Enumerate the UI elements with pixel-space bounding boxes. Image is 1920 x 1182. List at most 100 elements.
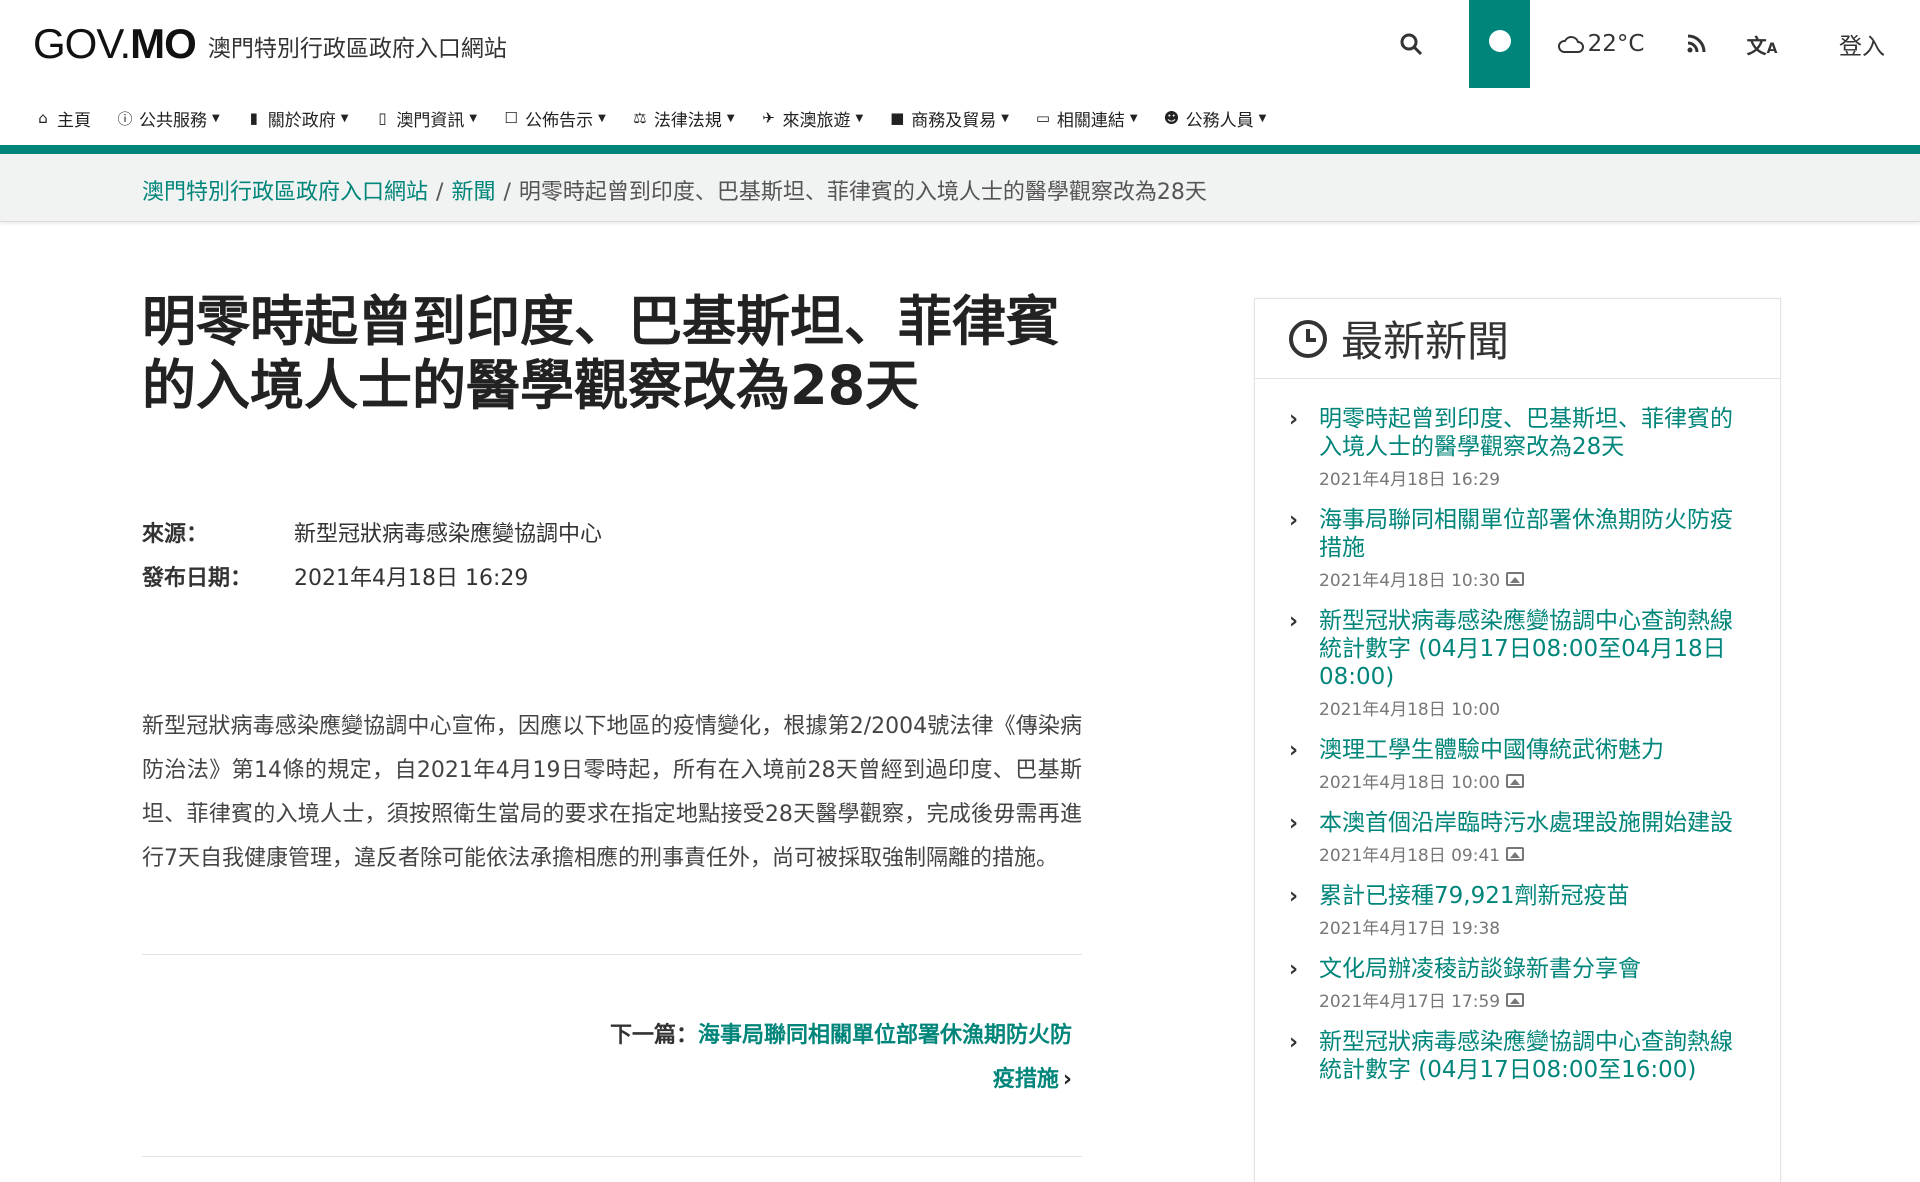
news-title[interactable]: 澳理工學生體驗中國傳統武術魅力 bbox=[1319, 736, 1739, 764]
news-item[interactable]: › 新型冠狀病毒感染應變協調中心查詢熱線統計數字 (04月17日08:00至16… bbox=[1289, 1028, 1740, 1088]
news-title[interactable]: 明零時起曾到印度、巴基斯坦、菲律賓的入境人士的醫學觀察改為28天 bbox=[1319, 405, 1739, 461]
caret-down-icon: ▼ bbox=[1001, 112, 1009, 124]
breadcrumb-separator: / bbox=[436, 180, 444, 205]
chevron-right-icon: › bbox=[1289, 1030, 1299, 1055]
rss-button[interactable] bbox=[1676, 0, 1716, 88]
image-icon bbox=[1506, 992, 1525, 1007]
news-title[interactable]: 本澳首個沿岸臨時污水處理設施開始建設 bbox=[1319, 809, 1739, 837]
language-button[interactable]: 文A bbox=[1742, 0, 1782, 88]
next-article[interactable]: 下一篇：海事局聯同相關單位部署休漁期防火防疫措施 › bbox=[592, 1014, 1072, 1102]
divider bbox=[142, 1156, 1082, 1157]
map-icon: ▯ bbox=[378, 109, 387, 127]
news-item[interactable]: › 海事局聯同相關單位部署休漁期防火防疫措施 2021年4月18日 10:30 bbox=[1289, 506, 1740, 591]
chevron-right-icon: › bbox=[1289, 508, 1299, 533]
chevron-right-icon: › bbox=[1289, 738, 1299, 763]
breadcrumb-news[interactable]: 新聞 bbox=[451, 180, 495, 205]
latest-news-header: 最新新聞 bbox=[1255, 299, 1780, 379]
news-title[interactable]: 累計已接種79,921劑新冠疫苗 bbox=[1319, 882, 1739, 910]
caret-down-icon: ▼ bbox=[469, 112, 478, 124]
nav-item-macao-info[interactable]: ▯ 澳門資訊 ▼ bbox=[373, 106, 477, 131]
news-item[interactable]: › 累計已接種79,921劑新冠疫苗 2021年4月17日 19:38 bbox=[1289, 882, 1740, 939]
nav-item-links[interactable]: ▭ 相關連結 ▼ bbox=[1034, 106, 1138, 131]
breadcrumb-home[interactable]: 澳門特別行政區政府入口網站 bbox=[142, 180, 428, 205]
search-icon bbox=[1400, 33, 1423, 56]
main-nav: ⌂ 主頁 ⓘ 公共服務 ▼ ▮ 關於政府 ▼ ▯ 澳門資訊 ▼ ☐ 公佈告示 ▼ ⚖ 法律法規 ▼ ✈… bbox=[0, 98, 1920, 138]
weather-widget[interactable]: 22°C bbox=[1546, 0, 1656, 88]
login-button[interactable]: 登入 bbox=[1830, 0, 1894, 88]
article-meta: 來源： 新型冠狀病毒感染應變協調中心 發布日期： 2021年4月18日 16:2… bbox=[142, 510, 1082, 598]
image-icon bbox=[1506, 571, 1525, 586]
news-item[interactable]: › 文化局辦凌稜訪談錄新書分享會 2021年4月17日 17:59 bbox=[1289, 955, 1740, 1012]
chevron-right-icon: › bbox=[1062, 1067, 1072, 1092]
news-date: 2021年4月18日 10:00 bbox=[1319, 768, 1739, 793]
date-value: 2021年4月18日 16:29 bbox=[294, 566, 529, 591]
briefcase-icon: ■ bbox=[890, 109, 905, 127]
nav-item-civil-servants[interactable]: ☻ 公務人員 ▼ bbox=[1163, 106, 1267, 131]
contrast-icon bbox=[1488, 30, 1511, 52]
users-icon: ☻ bbox=[1163, 109, 1180, 127]
next-label: 下一篇： bbox=[609, 1023, 698, 1048]
news-item[interactable]: › 澳理工學生體驗中國傳統武術魅力 2021年4月18日 10:00 bbox=[1289, 736, 1740, 793]
source-row: 來源： 新型冠狀病毒感染應變協調中心 bbox=[142, 510, 1082, 554]
chevron-right-icon: › bbox=[1289, 407, 1299, 432]
nav-item-about-gov[interactable]: ▮ 關於政府 ▼ bbox=[245, 106, 349, 131]
news-item[interactable]: › 明零時起曾到印度、巴基斯坦、菲律賓的入境人士的醫學觀察改為28天 2021年4… bbox=[1289, 405, 1740, 490]
caret-down-icon: ▼ bbox=[212, 112, 220, 124]
accent-line bbox=[0, 145, 1920, 154]
nav-item-public-services[interactable]: ⓘ 公共服務 ▼ bbox=[116, 106, 220, 131]
image-icon bbox=[1506, 846, 1525, 861]
news-title[interactable]: 新型冠狀病毒感染應變協調中心查詢熱線統計數字 (04月17日08:00至16:0… bbox=[1319, 1028, 1739, 1084]
news-date: 2021年4月17日 17:59 bbox=[1319, 987, 1739, 1012]
nav-item-notices[interactable]: ☐ 公佈告示 ▼ bbox=[502, 106, 606, 131]
news-date: 2021年4月18日 09:41 bbox=[1319, 841, 1739, 866]
news-item[interactable]: › 新型冠狀病毒感染應變協調中心查詢熱線統計數字 (04月17日08:00至04… bbox=[1289, 607, 1740, 720]
breadcrumb: 澳門特別行政區政府入口網站 / 新聞 / 明零時起曾到印度、巴基斯坦、菲律賓的入境人士的… bbox=[142, 174, 1207, 206]
logo-subtitle: 澳門特別行政區政府入口網站 bbox=[207, 36, 507, 62]
news-title[interactable]: 文化局辦凌稜訪談錄新書分享會 bbox=[1319, 955, 1739, 983]
caret-down-icon: ▼ bbox=[726, 112, 735, 124]
caret-down-icon: ▼ bbox=[598, 112, 606, 124]
news-date: 2021年4月18日 16:29 bbox=[1319, 470, 1501, 490]
news-date: 2021年4月18日 10:00 bbox=[1319, 700, 1501, 720]
divider bbox=[142, 954, 1082, 955]
clock-icon bbox=[1289, 319, 1327, 358]
chevron-right-icon: › bbox=[1289, 884, 1299, 909]
folder-icon: ▭ bbox=[1035, 109, 1051, 127]
article-title: 明零時起曾到印度、巴基斯坦、菲律賓的入境人士的醫學觀察改為28天 bbox=[142, 290, 1060, 417]
latest-news-panel: 最新新聞 › 明零時起曾到印度、巴基斯坦、菲律賓的入境人士的醫學觀察改為28天 2… bbox=[1254, 298, 1781, 1182]
news-date: 2021年4月17日 19:38 bbox=[1319, 919, 1501, 939]
search-button[interactable] bbox=[1388, 0, 1434, 88]
chevron-right-icon: › bbox=[1289, 811, 1299, 836]
breadcrumb-separator: / bbox=[503, 180, 511, 205]
nav-item-laws[interactable]: ⚖ 法律法規 ▼ bbox=[631, 106, 735, 131]
date-row: 發布日期： 2021年4月18日 16:29 bbox=[142, 554, 1082, 598]
article-body: 新型冠狀病毒感染應變協調中心宣佈，因應以下地區的疫情變化，根據第2/2004號法… bbox=[142, 714, 1082, 871]
temperature: 22°C bbox=[1587, 31, 1645, 57]
site-logo[interactable]: GOV.MO 澳門特別行政區政府入口網站 bbox=[33, 20, 507, 68]
nav-item-home[interactable]: ⌂ 主頁 bbox=[34, 106, 91, 131]
nav-item-tourism[interactable]: ✈ 來澳旅遊 ▼ bbox=[760, 106, 863, 131]
chevron-right-icon: › bbox=[1289, 609, 1299, 634]
news-date: 2021年4月18日 10:30 bbox=[1319, 566, 1739, 591]
news-item[interactable]: › 本澳首個沿岸臨時污水處理設施開始建設 2021年4月18日 09:41 bbox=[1289, 809, 1740, 866]
source-value: 新型冠狀病毒感染應變協調中心 bbox=[294, 522, 603, 547]
news-title[interactable]: 海事局聯同相關單位部署休漁期防火防疫措施 bbox=[1319, 506, 1739, 562]
rss-icon bbox=[1687, 34, 1706, 53]
notice-icon: ☐ bbox=[504, 109, 518, 127]
plane-icon: ✈ bbox=[762, 109, 775, 127]
book-icon: ▮ bbox=[249, 109, 258, 127]
translate-icon: 文A bbox=[1746, 33, 1778, 58]
home-icon: ⌂ bbox=[38, 109, 48, 127]
next-article-link[interactable]: 海事局聯同相關單位部署休漁期防火防疫措施 bbox=[698, 1023, 1072, 1092]
chevron-right-icon: › bbox=[1289, 957, 1299, 982]
logo-mark: GOV.MO bbox=[33, 20, 197, 67]
caret-down-icon: ▼ bbox=[340, 112, 349, 124]
nav-item-business[interactable]: ■ 商務及貿易 ▼ bbox=[888, 106, 1009, 131]
breadcrumb-current: 明零時起曾到印度、巴基斯坦、菲律賓的入境人士的醫學觀察改為28天 bbox=[518, 180, 1207, 205]
breadcrumb-bar: 澳門特別行政區政府入口網站 / 新聞 / 明零時起曾到印度、巴基斯坦、菲律賓的入境人士的… bbox=[0, 154, 1920, 222]
news-title[interactable]: 新型冠狀病毒感染應變協調中心查詢熱線統計數字 (04月17日08:00至04月1… bbox=[1319, 607, 1739, 691]
caret-down-icon: ▼ bbox=[1129, 112, 1138, 124]
date-label: 發布日期： bbox=[142, 566, 253, 591]
scale-icon: ⚖ bbox=[633, 109, 647, 127]
accessibility-button[interactable] bbox=[1469, 0, 1530, 88]
